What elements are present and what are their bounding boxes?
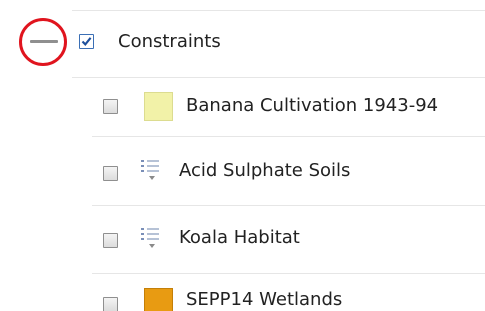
group-label: Constraints bbox=[118, 31, 221, 52]
red-circle-highlight-icon bbox=[19, 18, 67, 66]
layer-checkbox[interactable] bbox=[103, 166, 118, 181]
layer-label: Banana Cultivation 1943-94 bbox=[186, 95, 439, 116]
layer-label: SEPP14 Wetlands bbox=[186, 289, 343, 310]
layer-label: Acid Sulphate Soils bbox=[179, 160, 351, 181]
divider bbox=[92, 273, 485, 274]
color-swatch-icon bbox=[144, 92, 173, 121]
legend-list-icon[interactable] bbox=[141, 159, 161, 183]
divider bbox=[72, 10, 485, 11]
checkmark-icon bbox=[81, 37, 92, 46]
legend-list-icon[interactable] bbox=[141, 227, 161, 251]
layer-checkbox[interactable] bbox=[103, 99, 118, 114]
layer-checkbox[interactable] bbox=[103, 233, 118, 248]
group-checkbox[interactable] bbox=[79, 34, 94, 49]
layer-list-panel: Constraints Banana Cultivation 1943-94 A… bbox=[0, 0, 485, 311]
layer-label: Koala Habitat bbox=[179, 227, 300, 248]
divider bbox=[92, 136, 485, 137]
color-swatch-icon bbox=[144, 288, 173, 311]
divider bbox=[92, 205, 485, 206]
divider bbox=[72, 77, 485, 78]
layer-checkbox[interactable] bbox=[103, 297, 118, 311]
